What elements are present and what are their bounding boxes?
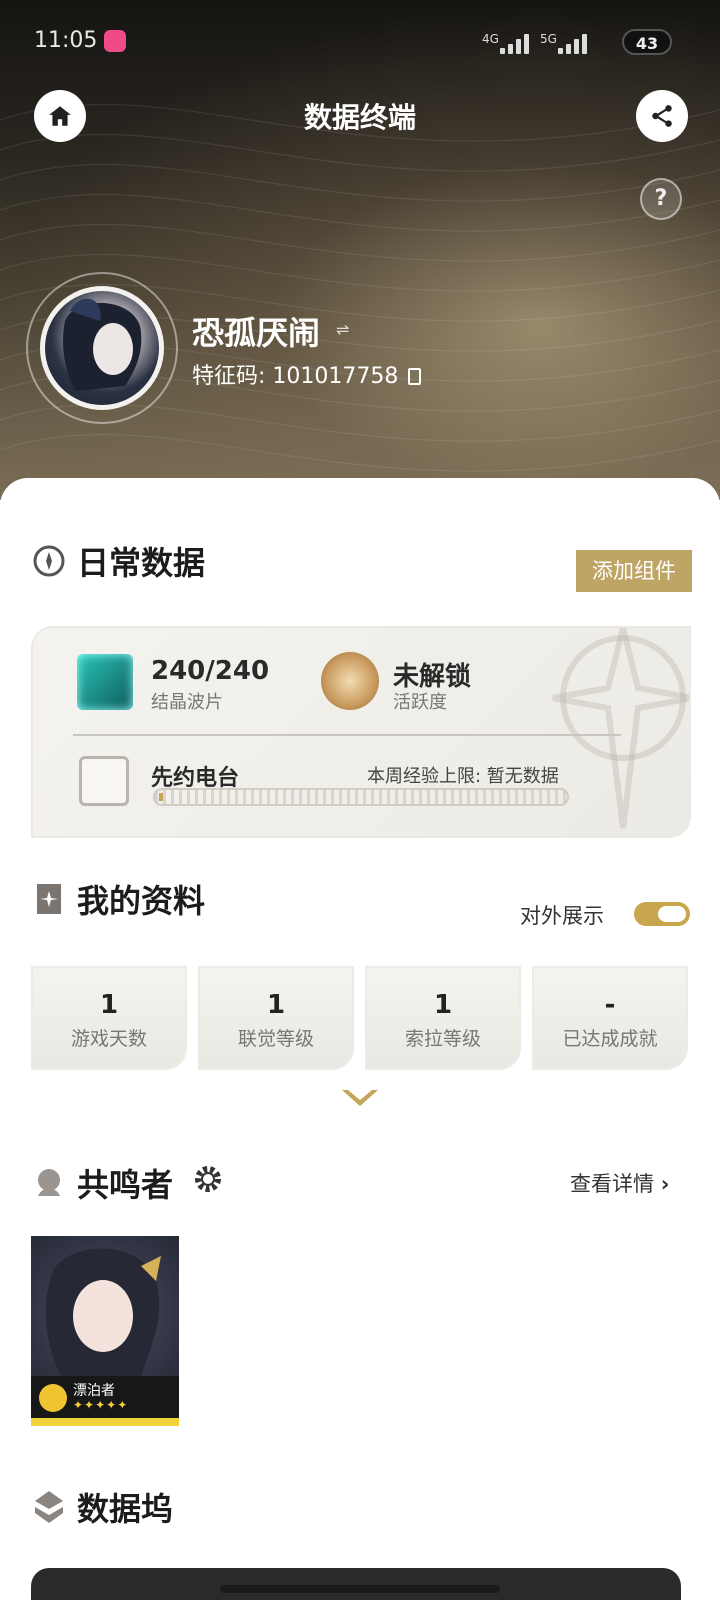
signal-5g-icon: [558, 32, 587, 54]
resonator-section-header: 共鸣者: [31, 1160, 225, 1206]
share-icon: [652, 105, 672, 127]
resonator-card[interactable]: 漂泊者 ✦✦✦✦✦: [31, 1236, 179, 1426]
resonator-stars: ✦✦✦✦✦: [73, 1398, 129, 1412]
stat-value: 1: [266, 990, 286, 1020]
activity-label: 活跃度: [393, 692, 447, 713]
network-4g-label: 4G: [482, 32, 499, 46]
stat-label: 索拉等级: [404, 1028, 481, 1050]
stat-card: 1 游戏天数: [31, 966, 187, 1070]
stat-value: 1: [99, 990, 119, 1020]
databank-section-title: 数据坞: [77, 1490, 174, 1528]
daily-section-header: 日常数据: [31, 538, 205, 584]
swap-icon[interactable]: ⇌: [336, 320, 349, 339]
radio-progress-bar: [153, 788, 569, 806]
help-button[interactable]: ?: [640, 178, 682, 220]
resonator-section-title: 共鸣者: [77, 1166, 174, 1204]
chevron-right-icon: ›: [660, 1172, 670, 1196]
status-time: 11:05: [34, 28, 98, 53]
resonator-icon: [31, 1165, 67, 1201]
battery-indicator: 43: [622, 29, 672, 55]
waveplates-label: 结晶波片: [151, 692, 223, 713]
stat-card: - 已达成成就: [532, 966, 688, 1070]
gear-icon[interactable]: [191, 1162, 225, 1204]
databank-card-edge[interactable]: [31, 1568, 681, 1600]
wave-pattern: [0, 103, 720, 472]
waveplates-value: 240/240: [151, 656, 270, 686]
player-uid: 特征码: 101017758: [192, 358, 422, 390]
player-name: 恐孤厌闹: [192, 314, 321, 352]
card-icon: [31, 881, 67, 917]
stat-card: 1 联觉等级: [198, 966, 354, 1070]
view-details-link[interactable]: 查看详情 ›: [570, 1168, 669, 1198]
public-display-label: 对外展示: [520, 904, 604, 928]
daily-icon: [31, 543, 67, 579]
card-divider: [73, 734, 621, 736]
databank-section-header: 数据坞: [31, 1484, 173, 1530]
app-notification-icon: [104, 30, 126, 52]
share-button[interactable]: [636, 90, 688, 142]
signal-4g-icon: [500, 32, 529, 54]
stat-label: 联觉等级: [237, 1028, 314, 1050]
public-display-toggle[interactable]: [634, 902, 690, 926]
profile-header: 11:05 4G 5G 43 数据终端 ? 恐孤厌闹 ⇌ 特征码: 101017…: [0, 0, 720, 500]
radio-progress-fill: [159, 793, 163, 801]
chevron-down-icon[interactable]: [340, 1086, 380, 1110]
profile-section-header: 我的资料: [31, 876, 205, 922]
page-title: 数据终端: [303, 101, 416, 134]
avatar: [40, 286, 164, 410]
resonator-name: 漂泊者: [73, 1383, 115, 1399]
network-5g-label: 5G: [540, 32, 557, 46]
view-details-label: 查看详情: [570, 1172, 654, 1196]
daily-card[interactable]: 240/240 结晶波片 未解锁 活跃度 先约电台 本周经验上限: 暂无数据: [31, 626, 691, 838]
copy-icon[interactable]: [408, 368, 422, 385]
profile-section-title: 我的资料: [77, 882, 206, 920]
resonator-portrait: [31, 1236, 179, 1376]
status-bar: 11:05 4G 5G 43: [34, 28, 672, 58]
stat-value: 1: [433, 990, 453, 1020]
element-icon: [39, 1384, 67, 1412]
radio-limit: 本周经验上限: 暂无数据: [367, 766, 559, 787]
home-indicator[interactable]: [220, 1585, 500, 1593]
avatar-frame[interactable]: [26, 272, 178, 424]
crystal-icon: [77, 654, 133, 710]
add-widget-button[interactable]: 添加组件: [576, 550, 692, 592]
uid-label: 特征码: 101017758: [192, 364, 399, 389]
stat-card: 1 索拉等级: [365, 966, 521, 1070]
stat-label: 已达成成就: [562, 1028, 658, 1050]
radio-icon: [79, 756, 129, 806]
databank-icon: [31, 1489, 67, 1525]
stat-value: -: [604, 990, 616, 1020]
daily-section-title: 日常数据: [77, 544, 206, 582]
card-watermark-icon: [552, 628, 689, 829]
compass-icon: [321, 652, 379, 710]
stat-label: 游戏天数: [70, 1028, 147, 1050]
